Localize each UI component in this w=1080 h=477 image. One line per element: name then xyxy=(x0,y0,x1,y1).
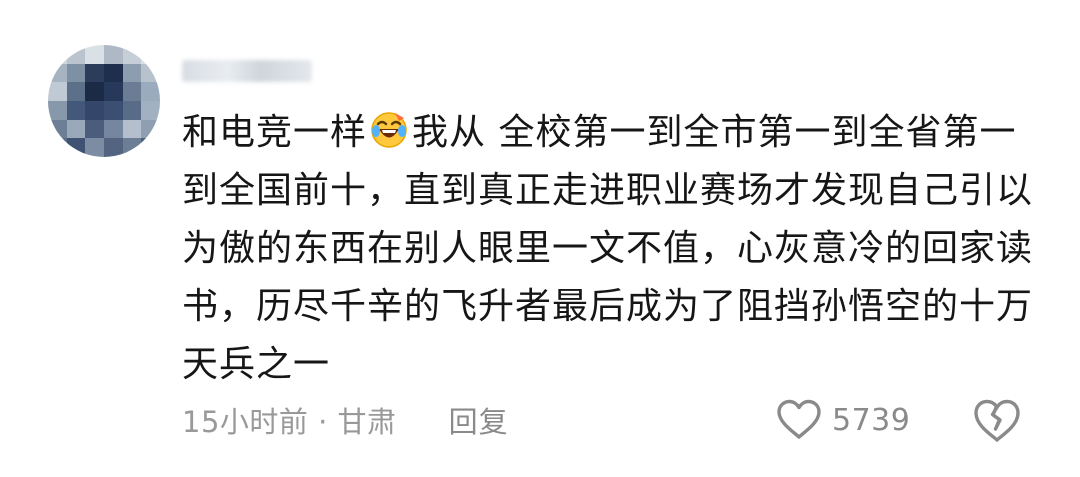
blurred-username[interactable] xyxy=(182,60,312,82)
heart-outline-icon xyxy=(777,399,821,439)
comment-text-part-1: 和电竞一样 xyxy=(182,112,368,153)
broken-heart-icon[interactable] xyxy=(972,398,1022,444)
time-location-label: 15小时前 · 甘肃 xyxy=(182,405,397,439)
avatar[interactable] xyxy=(48,45,160,157)
reply-button[interactable]: 回复 xyxy=(449,399,509,441)
comment-text: 和电竞一样 我从 全校第一到全市第一到全省第一到全国前十，直到真正走进职业赛场才… xyxy=(182,104,1042,394)
like-button[interactable]: 5739 xyxy=(776,396,910,444)
like-count: 5739 xyxy=(832,402,911,438)
comment-meta: 15小时前 · 甘肃 回复 xyxy=(182,396,509,444)
rolling-laughing-emoji-icon xyxy=(371,112,407,148)
